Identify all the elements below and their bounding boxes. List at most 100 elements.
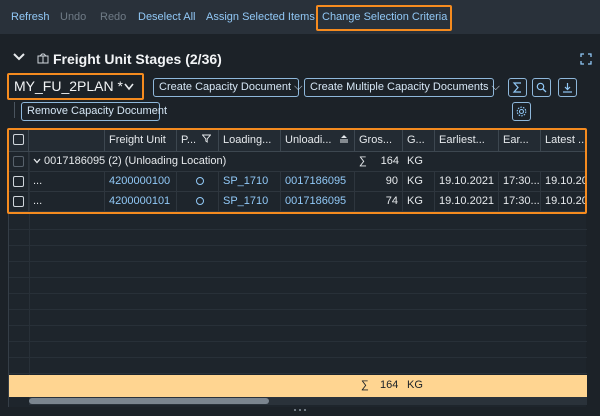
freight-unit-link[interactable]: 4200000101 — [105, 192, 177, 212]
redo-button[interactable]: Redo — [100, 11, 126, 23]
row-more[interactable]: ... — [29, 172, 105, 192]
fullscreen-icon[interactable] — [580, 53, 592, 65]
grid-line — [29, 152, 30, 375]
filter-icon — [201, 134, 212, 143]
deselect-all-button[interactable]: Deselect All — [138, 11, 195, 23]
unloading-location-link[interactable]: 0017186095 — [281, 172, 355, 192]
group-gross: 164 — [380, 155, 399, 167]
panel-header: Freight Unit Stages (2/36) — [0, 48, 600, 70]
header-gross[interactable]: Gros... — [355, 130, 403, 152]
scrollbar-thumb[interactable] — [29, 398, 269, 404]
empty-grid-row — [9, 278, 587, 294]
header-earliest[interactable]: Earliest... — [435, 130, 499, 152]
sigma-icon — [512, 82, 521, 93]
totals-unit: KG — [407, 379, 423, 391]
empty-grid-row — [9, 326, 587, 342]
group-label-cell: 0017186095 (2) (Unloading Location) — [29, 152, 355, 172]
gross-weight: 90 — [355, 172, 403, 192]
row-checkbox[interactable] — [13, 176, 24, 187]
row-checkbox[interactable] — [13, 196, 24, 207]
group-sum-icon: ∑ — [359, 155, 367, 167]
assign-selected-items-button[interactable]: Assign Selected Items — [206, 11, 315, 23]
earliest-time: 17:30... — [499, 172, 541, 192]
resize-grip-icon[interactable] — [293, 408, 307, 412]
group-row[interactable]: 0017186095 (2) (Unloading Location) ∑ 164… — [9, 152, 587, 172]
refresh-button[interactable]: Refresh — [11, 11, 50, 23]
planning-status-cell — [177, 192, 219, 212]
settings-button[interactable] — [512, 102, 531, 121]
chevron-down-icon[interactable] — [33, 158, 41, 164]
status-circle-icon — [195, 197, 204, 205]
package-icon — [37, 53, 49, 64]
header-g[interactable]: G... — [403, 130, 435, 152]
empty-grid-row — [9, 214, 587, 230]
search-button[interactable] — [532, 78, 551, 97]
export-button[interactable] — [558, 78, 577, 97]
header-freight-unit[interactable]: Freight Unit — [105, 130, 177, 152]
empty-grid-row — [9, 310, 587, 326]
header-unloading-label: Unloadi... — [285, 134, 332, 146]
gear-icon — [516, 106, 527, 117]
dropdown-chevron-icon: ⌵ — [491, 81, 500, 93]
loading-location-link[interactable]: SP_1710 — [219, 192, 281, 212]
empty-grid-row — [9, 342, 587, 358]
download-icon — [563, 83, 572, 93]
totals-row: ∑ 164 KG — [9, 375, 587, 397]
earliest-date: 19.10.2021 — [435, 172, 499, 192]
sum-button[interactable] — [508, 78, 527, 97]
select-all-checkbox[interactable] — [13, 134, 24, 145]
unloading-location-link[interactable]: 0017186095 — [281, 192, 355, 212]
planning-status-cell — [177, 172, 219, 192]
select-all-cell — [9, 130, 29, 152]
empty-grid-row — [9, 230, 587, 246]
header-p-label: P... — [181, 134, 197, 146]
empty-grid-row — [9, 246, 587, 262]
header-latest[interactable]: Latest ... — [541, 130, 587, 152]
chevron-down-icon[interactable] — [12, 50, 26, 64]
freight-unit-link[interactable]: 4200000100 — [105, 172, 177, 192]
horizontal-scrollbar[interactable] — [29, 397, 587, 405]
change-selection-criteria-button[interactable]: Change Selection Criteria — [322, 11, 447, 23]
variant-chevron-down-icon[interactable] — [123, 82, 135, 92]
group-gross-cell: ∑ 164 — [355, 152, 403, 172]
totals-gross: 164 — [380, 379, 399, 391]
header-loading[interactable]: Loading... — [219, 130, 281, 152]
header-ear[interactable]: Ear... — [499, 130, 541, 152]
remove-capacity-document-button[interactable]: Remove Capacity Document — [21, 102, 167, 121]
group-checkbox-cell — [9, 152, 29, 172]
header-p[interactable]: P... — [177, 130, 219, 152]
weight-unit: KG — [403, 172, 435, 192]
row-more[interactable]: ... — [29, 192, 105, 212]
gross-weight: 74 — [355, 192, 403, 212]
dropdown-chevron-icon: ⌵ — [294, 81, 303, 93]
undo-button[interactable]: Undo — [60, 11, 86, 23]
group-checkbox[interactable] — [13, 156, 24, 167]
loading-location-link[interactable]: SP_1710 — [219, 172, 281, 192]
weight-unit: KG — [403, 192, 435, 212]
remove-capacity-document-label: Remove Capacity Document — [27, 105, 168, 117]
group-unit: KG — [407, 155, 423, 167]
empty-grid-row — [9, 262, 587, 278]
variant-selector[interactable]: MY_FU_2PLAN * — [14, 78, 123, 94]
totals-sum-icon: ∑ — [361, 379, 369, 391]
row-checkbox-cell — [9, 172, 29, 192]
search-icon — [536, 82, 547, 93]
earliest-time: 17:30... — [499, 192, 541, 212]
empty-grid-row — [9, 294, 587, 310]
status-circle-icon — [195, 177, 204, 185]
table-row[interactable]: ... 4200000100 SP_1710 0017186095 90 KG … — [9, 172, 587, 192]
latest-date: 19.10.20 — [541, 172, 587, 192]
row-checkbox-cell — [9, 192, 29, 212]
create-multiple-capacity-documents-button[interactable]: Create Multiple Capacity Documents ⌵ — [304, 78, 500, 97]
freight-unit-table: Freight Unit P... Loading... Unloadi... … — [8, 130, 587, 407]
create-capacity-document-button[interactable]: Create Capacity Document ⌵ — [153, 78, 303, 97]
toolbar-separator — [14, 102, 15, 118]
header-unloading[interactable]: Unloadi... — [281, 130, 355, 152]
toolbar: Refresh Undo Redo Deselect All Assign Se… — [0, 0, 600, 34]
panel-title: Freight Unit Stages (2/36) — [53, 51, 222, 67]
table-header: Freight Unit P... Loading... Unloadi... … — [9, 130, 587, 152]
create-capacity-document-label: Create Capacity Document — [159, 81, 292, 93]
header-more — [29, 130, 105, 152]
table-row[interactable]: ... 4200000101 SP_1710 0017186095 74 KG … — [9, 192, 587, 212]
earliest-date: 19.10.2021 — [435, 192, 499, 212]
